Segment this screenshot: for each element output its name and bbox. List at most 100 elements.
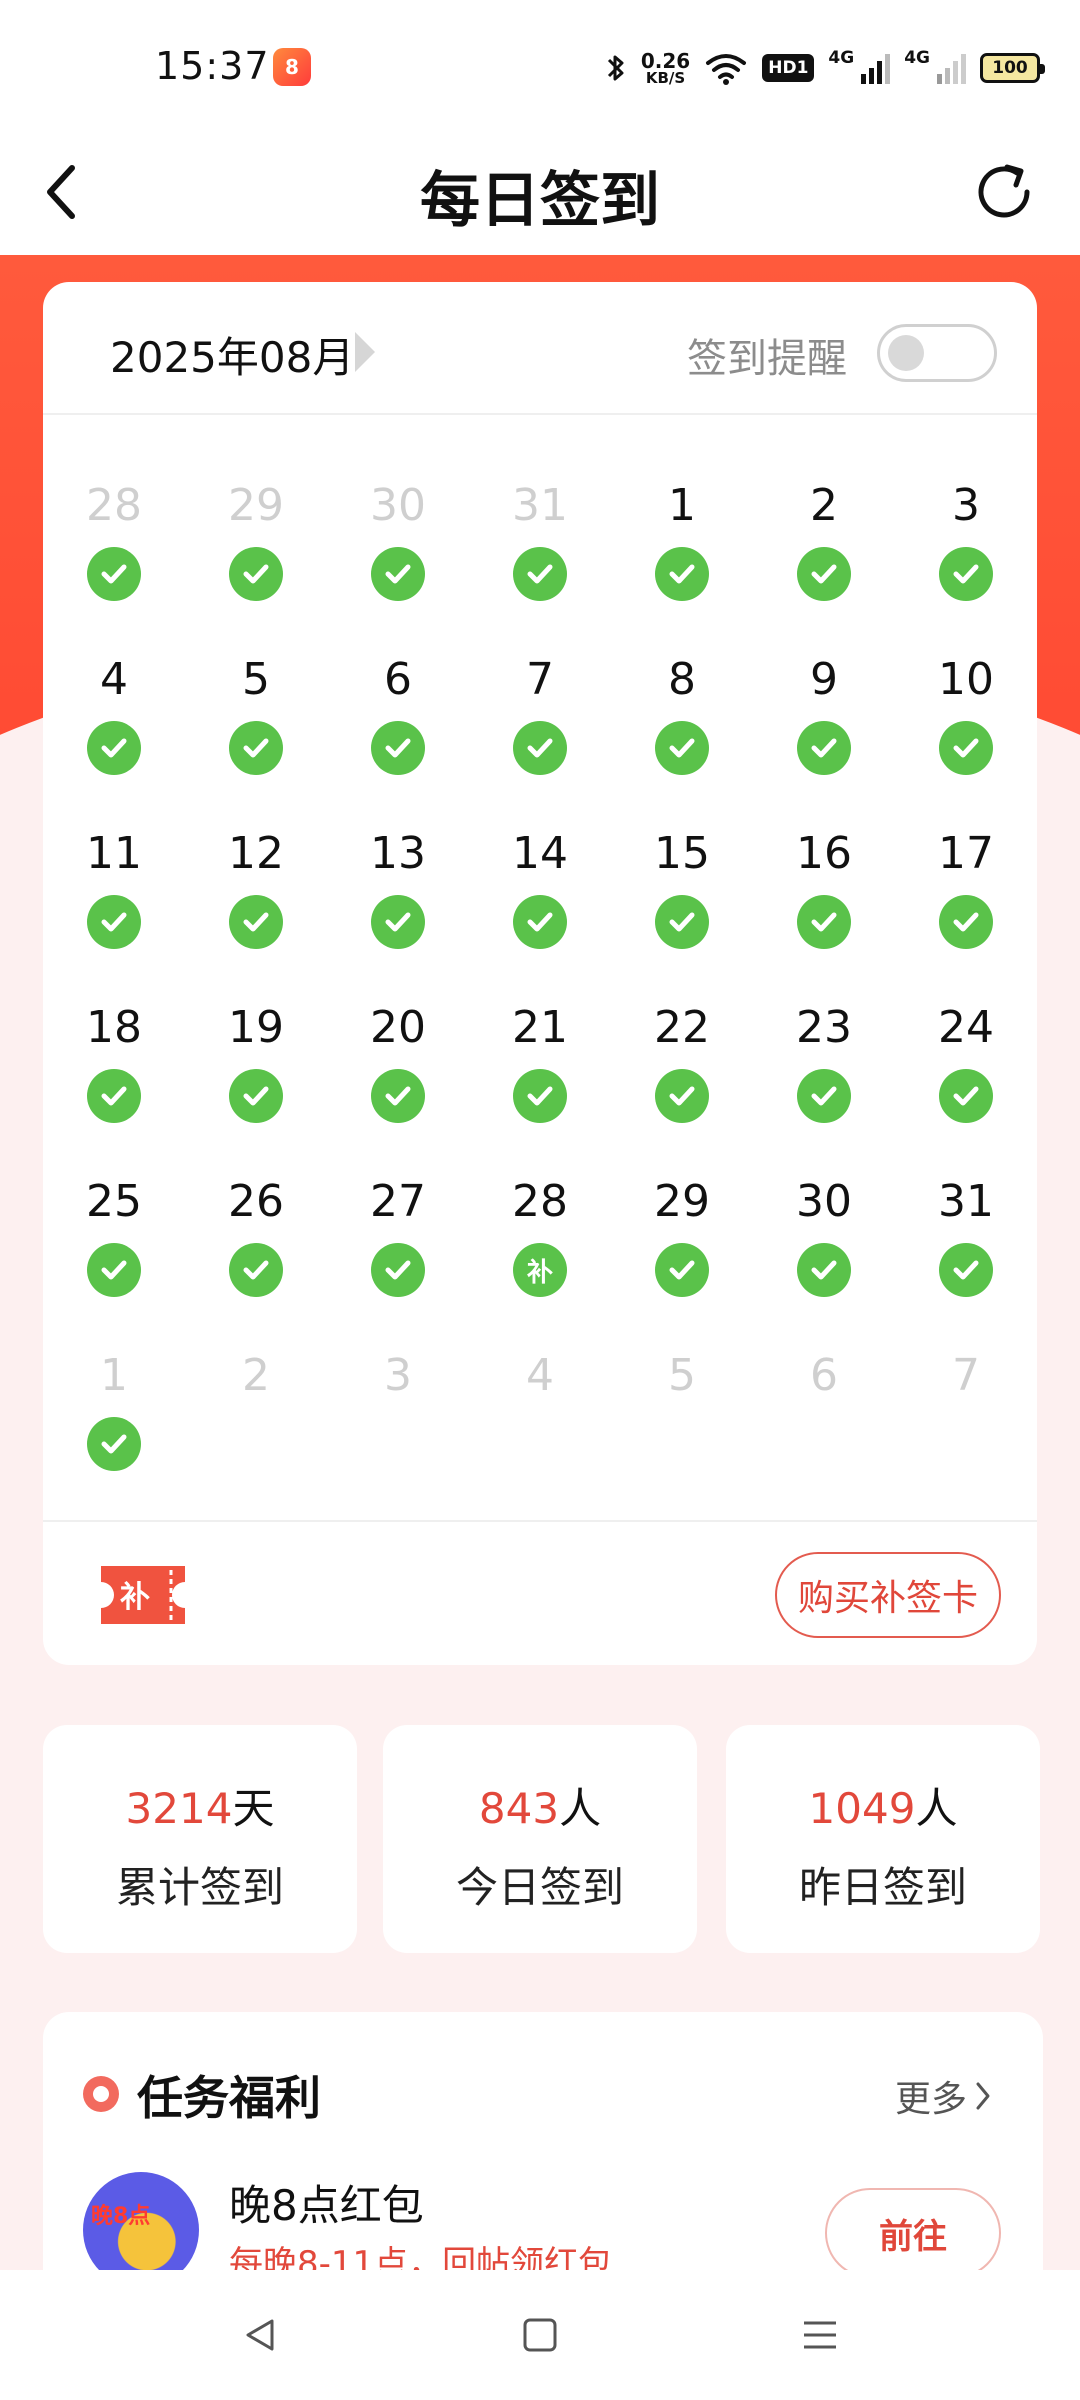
calendar-day[interactable]: 7 (895, 1347, 1037, 1521)
task-name: 晚8点红包 (229, 2181, 424, 2230)
nav-back-button[interactable] (230, 2305, 290, 2365)
calendar-day-number: 21 (512, 1002, 568, 1053)
check-circle-icon (655, 895, 709, 949)
calendar-day-number: 14 (512, 828, 568, 879)
calendar-day[interactable]: 10 (895, 651, 1037, 825)
calendar-day[interactable]: 16 (753, 825, 895, 999)
check-circle-icon (939, 1069, 993, 1123)
calendar-day[interactable]: 29 (611, 1173, 753, 1347)
check-circle-icon (371, 895, 425, 949)
net-speed-value: 0.26 (640, 48, 691, 73)
calendar-day[interactable]: 28 补 (469, 1173, 611, 1347)
more-link[interactable]: 更多 (895, 2070, 993, 2122)
calendar-day-number: 15 (654, 828, 710, 879)
battery-level: 100 (992, 58, 1028, 78)
calendar-day[interactable]: 8 (611, 651, 753, 825)
stat-yesterday: 1049人 昨日签到 (726, 1725, 1040, 1953)
calendar-day-number: 23 (796, 1002, 852, 1053)
calendar-week-row: 28 29 30 31 1 2 3 (43, 477, 1037, 651)
remind-toggle[interactable] (877, 324, 997, 382)
system-nav-bar (0, 2270, 1080, 2400)
check-circle-icon (655, 721, 709, 775)
calendar-day[interactable]: 9 (753, 651, 895, 825)
status-time: 15:37 (155, 44, 270, 88)
calendar-footer: 补 购买补签卡 (43, 1520, 1037, 1665)
calendar-day[interactable]: 29 (185, 477, 327, 651)
calendar-day[interactable]: 5 (185, 651, 327, 825)
calendar-day-number: 17 (938, 828, 994, 879)
calendar-day[interactable]: 6 (327, 651, 469, 825)
calendar-day[interactable]: 13 (327, 825, 469, 999)
calendar-day[interactable]: 14 (469, 825, 611, 999)
calendar-day-number: 1 (668, 480, 696, 531)
calendar-day[interactable]: 12 (185, 825, 327, 999)
stat-today-label: 今日签到 (455, 1863, 624, 1912)
calendar-day-number: 7 (952, 1350, 980, 1401)
calendar-day-number: 8 (668, 654, 696, 705)
check-circle-icon (371, 1243, 425, 1297)
nav-menu-button[interactable] (790, 2305, 850, 2365)
calendar-day[interactable]: 5 (611, 1347, 753, 1521)
calendar-day[interactable]: 4 (43, 651, 185, 825)
calendar-day-number: 30 (796, 1176, 852, 1227)
next-month-arrow-icon[interactable] (355, 332, 375, 372)
calendar-day[interactable]: 15 (611, 825, 753, 999)
calendar-day[interactable]: 2 (185, 1347, 327, 1521)
calendar-day[interactable]: 31 (469, 477, 611, 651)
calendar-day[interactable]: 31 (895, 1173, 1037, 1347)
calendar-day[interactable]: 6 (753, 1347, 895, 1521)
buy-patch-card-button[interactable]: 购买补签卡 (775, 1552, 1001, 1638)
calendar-day[interactable]: 27 (327, 1173, 469, 1347)
stat-today-unit: 人 (559, 1784, 602, 1833)
calendar-day-number: 29 (654, 1176, 710, 1227)
refresh-button[interactable] (964, 152, 1044, 232)
calendar-day[interactable]: 23 (753, 999, 895, 1173)
check-circle-icon (797, 721, 851, 775)
calendar-day-number: 16 (796, 828, 852, 879)
calendar-day-number: 4 (100, 654, 128, 705)
calendar-day[interactable]: 30 (327, 477, 469, 651)
calendar-day[interactable]: 11 (43, 825, 185, 999)
calendar-day[interactable]: 24 (895, 999, 1037, 1173)
calendar-grid: 28 29 30 31 1 2 3 4 5 6 7 8 9 10 11 12 13 14 15 16 17 18 19 20 2… (43, 477, 1037, 1521)
calendar-day[interactable]: 21 (469, 999, 611, 1173)
calendar-day-number: 30 (370, 480, 426, 531)
calendar-day-number: 1 (100, 1350, 128, 1401)
toggle-knob (888, 335, 924, 371)
calendar-day[interactable]: 3 (327, 1347, 469, 1521)
nav-back-icon (246, 2319, 274, 2351)
task-go-button[interactable]: 前往 (825, 2188, 1001, 2278)
check-circle-icon (229, 1243, 283, 1297)
calendar-day-number: 3 (384, 1350, 412, 1401)
calendar-day[interactable]: 1 (43, 1347, 185, 1521)
calendar-day[interactable]: 1 (611, 477, 753, 651)
calendar-day[interactable]: 18 (43, 999, 185, 1173)
calendar-day[interactable]: 3 (895, 477, 1037, 651)
calendar-day-number: 18 (86, 1002, 142, 1053)
stat-total-label: 累计签到 (115, 1863, 284, 1912)
calendar-day[interactable]: 28 (43, 477, 185, 651)
status-bar: 15:37 8 0.26 KB/S HD1 4G 4G 100 (0, 0, 1080, 130)
stat-yesterday-unit: 人 (915, 1784, 958, 1833)
calendar-day-number: 6 (384, 654, 412, 705)
patch-sign-icon: 补 (513, 1243, 567, 1297)
calendar-day[interactable]: 17 (895, 825, 1037, 999)
calendar-day[interactable]: 22 (611, 999, 753, 1173)
nav-home-button[interactable] (510, 2305, 570, 2365)
calendar-day[interactable]: 30 (753, 1173, 895, 1347)
check-circle-icon (371, 1069, 425, 1123)
calendar-day-number: 2 (810, 480, 838, 531)
calendar-day[interactable]: 4 (469, 1347, 611, 1521)
calendar-day[interactable]: 2 (753, 477, 895, 651)
status-icons: 0.26 KB/S HD1 4G 4G 100 (605, 46, 1045, 90)
calendar-day[interactable]: 26 (185, 1173, 327, 1347)
calendar-day[interactable]: 20 (327, 999, 469, 1173)
calendar-week-row: 18 19 20 21 22 23 24 (43, 999, 1037, 1173)
check-circle-icon (797, 547, 851, 601)
check-circle-icon (87, 721, 141, 775)
page-title: 每日签到 (420, 166, 660, 236)
calendar-day[interactable]: 7 (469, 651, 611, 825)
calendar-day[interactable]: 19 (185, 999, 327, 1173)
calendar-day[interactable]: 25 (43, 1173, 185, 1347)
check-circle-icon (513, 895, 567, 949)
